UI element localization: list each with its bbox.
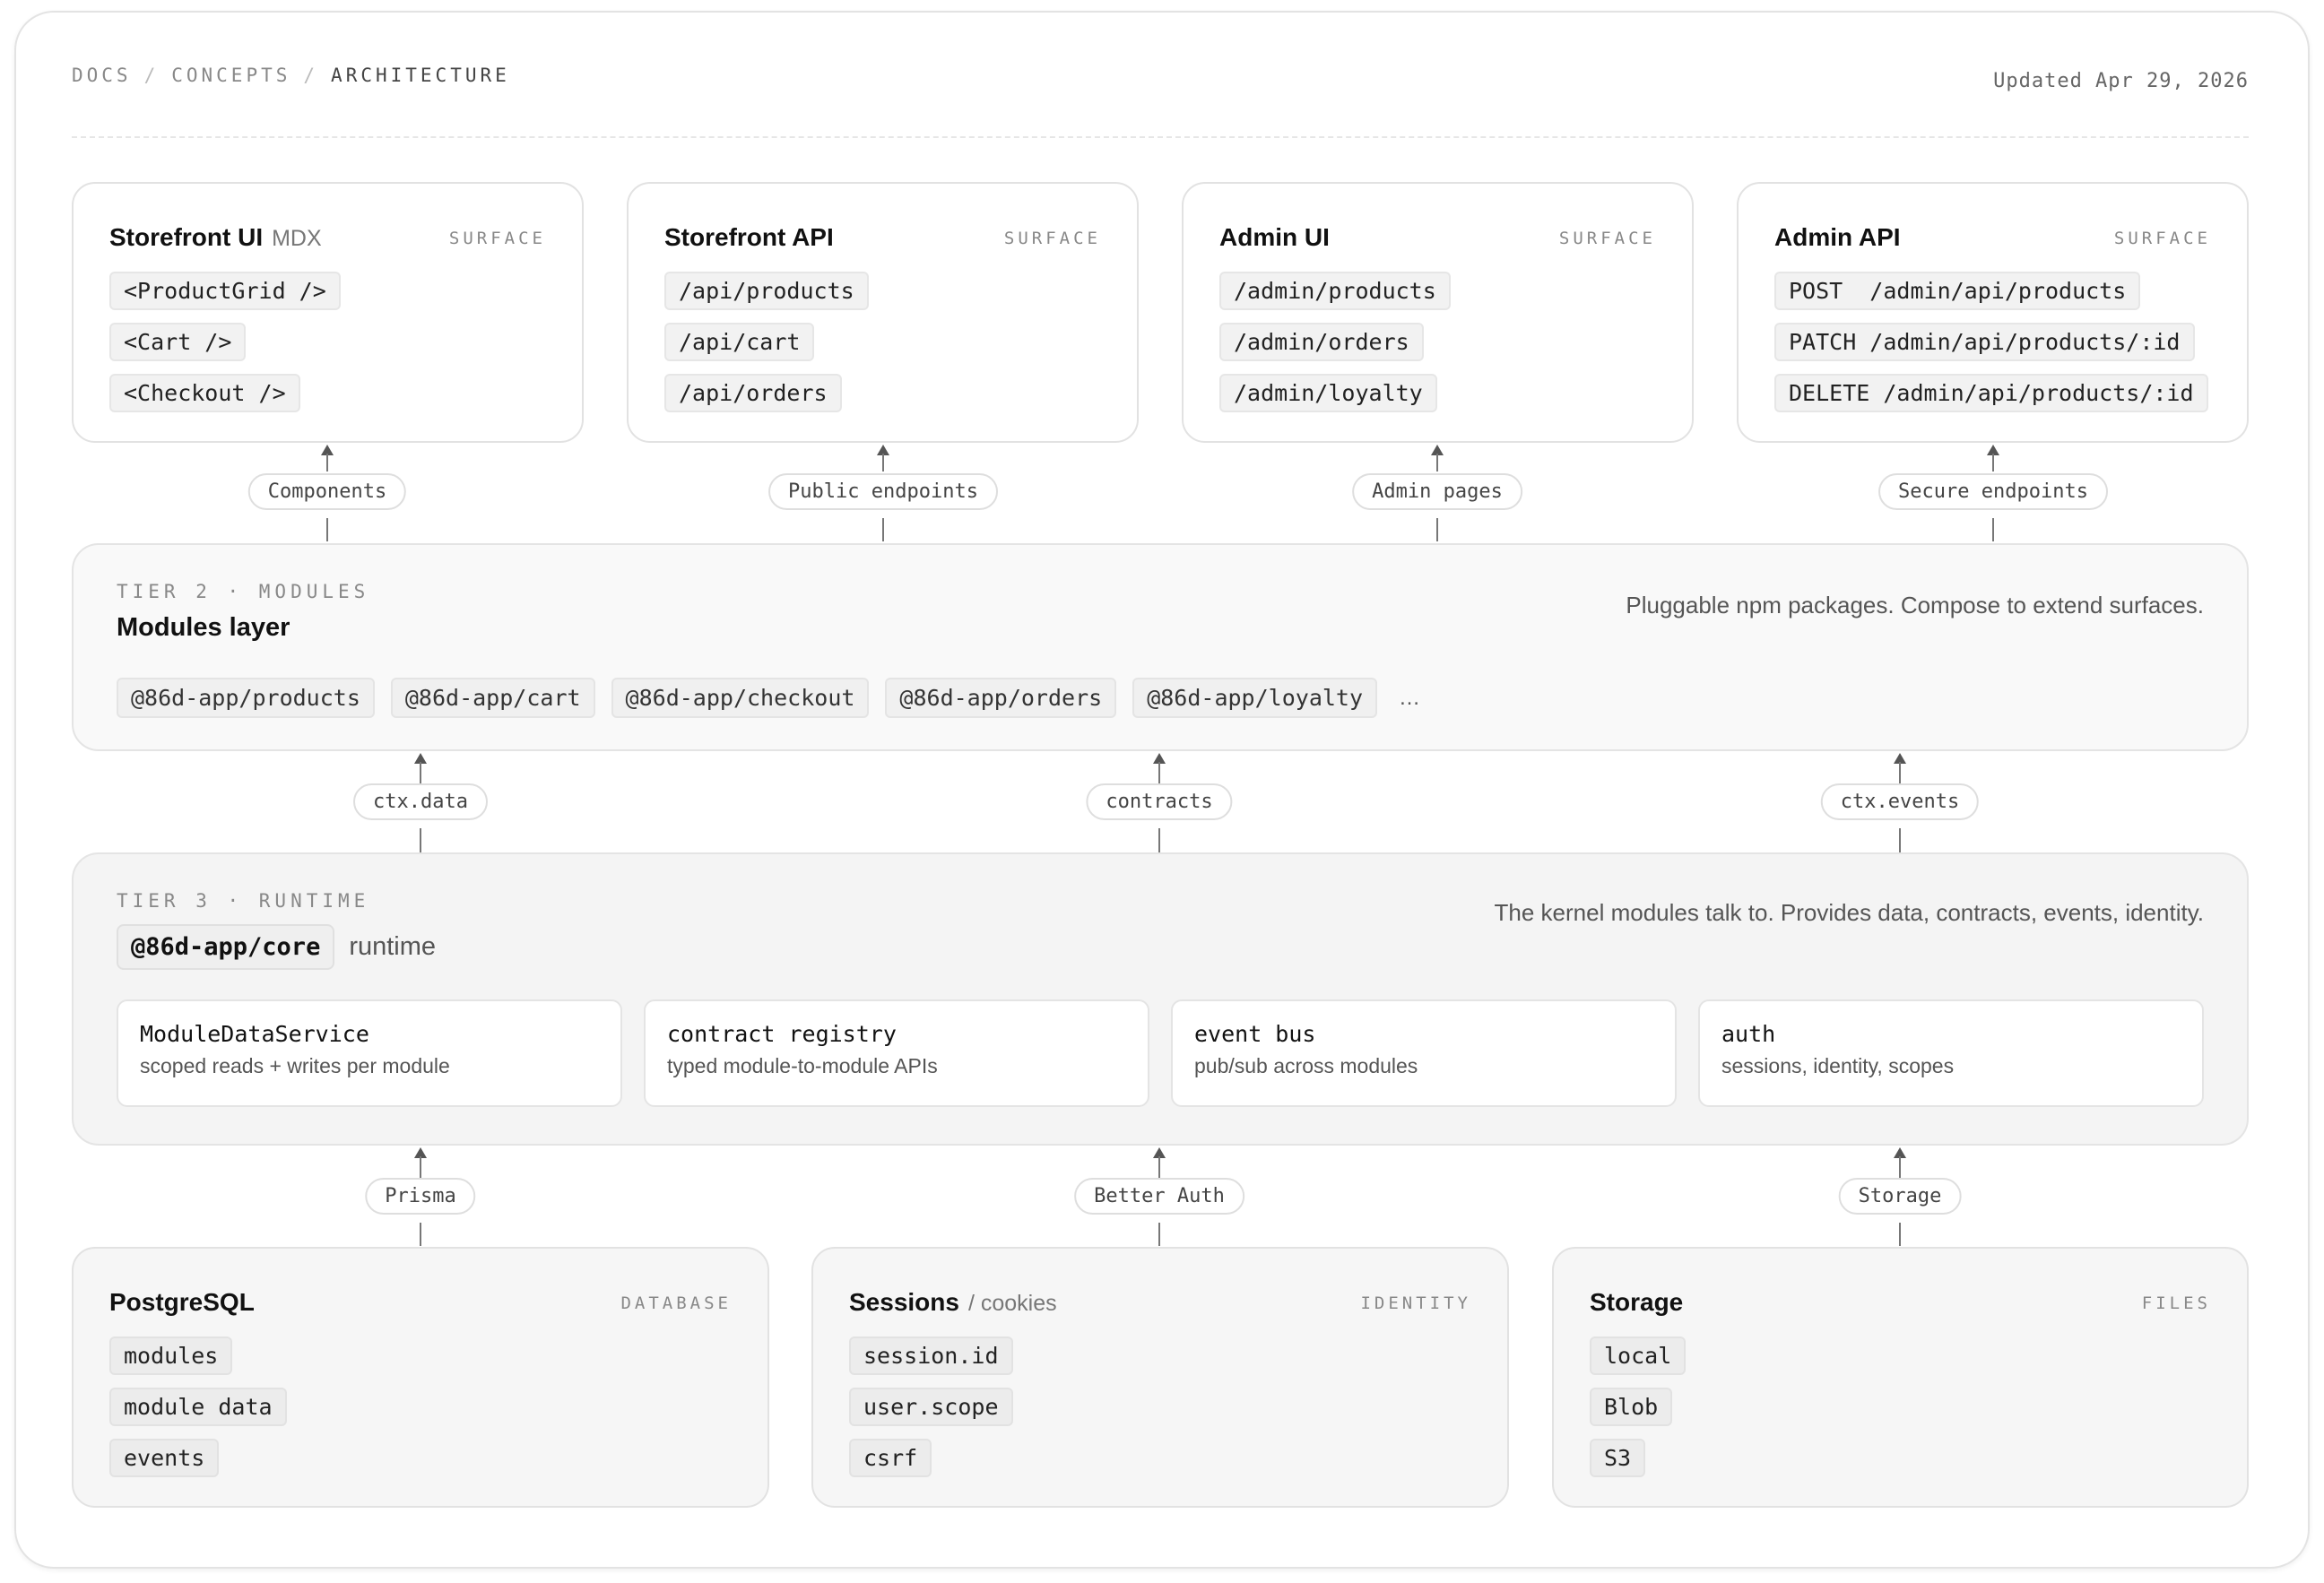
package-chip: @86d-app/loyalty [1132,678,1378,718]
service-module-data: ModuleDataService scoped reads + writes … [117,999,622,1107]
card-tag: DATABASE [620,1293,732,1313]
breadcrumb: DOCS / CONCEPTS / ARCHITECTURE [72,65,510,86]
code-chip: PATCH /admin/api/products/:id [1774,323,2195,361]
service-name: ModuleDataService [140,1021,369,1047]
card-title: Admin API [1774,223,1901,251]
card-tag: FILES [2141,1293,2211,1313]
breadcrumb-architecture: ARCHITECTURE [331,65,510,86]
code-chip: Blob [1590,1388,1673,1426]
card-title: Admin UI [1219,223,1330,251]
service-description: typed module-to-module APIs [667,1054,938,1077]
breadcrumb-separator: / [143,65,160,86]
tier-runtime: TIER 3 · RUNTIME @86d-app/core runtime T… [72,852,2249,1146]
surface-card-admin-ui: Admin UI SURFACE /admin/products /admin/… [1182,182,1694,443]
code-chip: modules [109,1336,233,1375]
code-chip: user.scope [849,1388,1013,1426]
code-chip: events [109,1439,220,1477]
card-title: Storefront UI MDX [109,223,322,251]
tier-description: The kernel modules talk to. Provides dat… [1494,899,2204,926]
core-suffix: runtime [349,932,437,961]
breadcrumb-concepts[interactable]: CONCEPTS [171,65,290,86]
card-title: Storefront API [664,223,834,251]
service-description: scoped reads + writes per module [140,1054,450,1077]
code-chip: POST /admin/api/products [1774,272,2141,310]
code-chip: <Cart /> [109,323,247,361]
service-description: pub/sub across modules [1194,1054,1418,1077]
code-chip: session.id [849,1336,1013,1375]
code-chip: /api/products [664,272,869,310]
service-event-bus: event bus pub/sub across modules [1171,999,1677,1107]
code-chip: <Checkout /> [109,374,300,412]
card-tag: IDENTITY [1360,1293,1471,1313]
code-chip: local [1590,1336,1687,1375]
backend-card-postgresql: PostgreSQL DATABASE modules module data … [72,1247,769,1508]
tier-modules: TIER 2 · MODULES Modules layer Pluggable… [72,543,2249,751]
connector-label: Admin pages [1352,473,1522,510]
tier-title: Modules layer [117,613,290,642]
breadcrumb-docs[interactable]: DOCS [72,65,132,86]
service-name: event bus [1194,1021,1316,1047]
card-title: Sessions / cookies [849,1288,1057,1316]
backend-card-sessions: Sessions / cookies IDENTITY session.id us… [811,1247,1509,1508]
connector-label: Public endpoints [768,473,998,510]
card-title: PostgreSQL [109,1288,255,1316]
card-tag: SURFACE [448,229,546,248]
surface-card-storefront-ui: Storefront UI MDX SURFACE <ProductGrid />… [72,182,584,443]
connector-label: Prisma [365,1178,476,1215]
core-package-chip: @86d-app/core [117,924,335,970]
service-auth: auth sessions, identity, scopes [1698,999,2204,1107]
card-tag: SURFACE [1558,229,1656,248]
header-divider [72,136,2249,138]
connector-label: contracts [1086,783,1233,820]
updated-date: Updated Apr 29, 2026 [1993,70,2249,92]
card-tag: SURFACE [1003,229,1101,248]
tier-description: Pluggable npm packages. Compose to exten… [1626,592,2204,618]
code-chip: /admin/orders [1219,323,1424,361]
card-tag: SURFACE [2113,229,2211,248]
breadcrumb-separator: / [303,65,319,86]
code-chip: /admin/products [1219,272,1451,310]
surface-card-admin-api: Admin API SURFACE POST /admin/api/produc… [1737,182,2249,443]
connector-label: Components [247,473,407,510]
connector-label: Better Auth [1074,1178,1244,1215]
tier-label: TIER 2 · MODULES [117,581,370,602]
tier-label: TIER 3 · RUNTIME [117,890,370,912]
code-chip: DELETE /admin/api/products/:id [1774,374,2208,412]
code-chip: csrf [849,1439,932,1477]
connector-label: ctx.events [1820,783,1980,820]
code-chip: /api/orders [664,374,842,412]
service-name: contract registry [667,1021,897,1047]
service-description: sessions, identity, scopes [1721,1054,1955,1077]
package-chip: @86d-app/checkout [611,678,870,718]
package-chip: @86d-app/cart [390,678,595,718]
connector-label: ctx.data [353,783,488,820]
backend-card-storage: Storage FILES local Blob S3 [1552,1247,2249,1508]
package-chip: @86d-app/orders [885,678,1117,718]
service-contract-registry: contract registry typed module-to-module… [644,999,1149,1107]
code-chip: module data [109,1388,287,1426]
service-name: auth [1721,1021,1776,1047]
card-title: Storage [1590,1288,1684,1316]
connector-label: Secure endpoints [1878,473,2108,510]
package-chip: @86d-app/products [117,678,375,718]
more-packages-ellipsis: … [1399,685,1421,710]
connector-label: Storage [1838,1178,1962,1215]
code-chip: /api/cart [664,323,815,361]
surface-card-storefront-api: Storefront API SURFACE /api/products /ap… [627,182,1139,443]
code-chip: /admin/loyalty [1219,374,1437,412]
code-chip: S3 [1590,1439,1646,1477]
code-chip: <ProductGrid /> [109,272,341,310]
